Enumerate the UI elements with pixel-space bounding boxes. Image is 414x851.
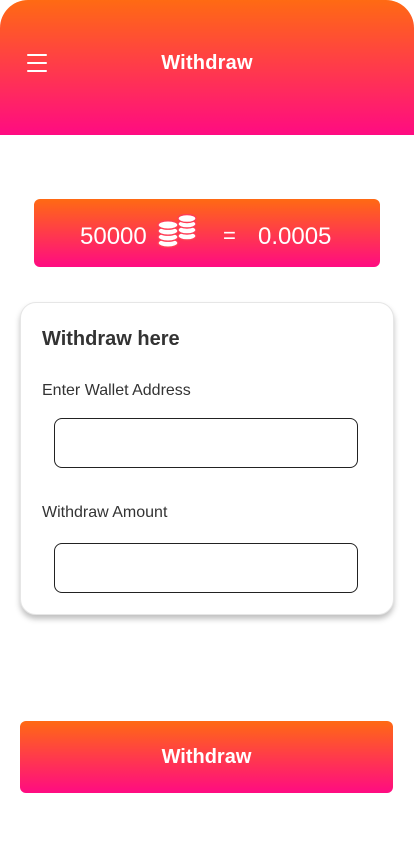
withdraw-button[interactable]: Withdraw bbox=[20, 721, 393, 793]
conversion-rate-banner: 50000 = 0.0005 bbox=[34, 199, 380, 267]
withdraw-amount-label: Withdraw Amount bbox=[42, 504, 168, 521]
converted-value: 0.0005 bbox=[258, 223, 332, 250]
equals-sign: = bbox=[223, 223, 236, 248]
coins-stack-icon bbox=[157, 214, 197, 248]
form-title: Withdraw here bbox=[42, 328, 180, 350]
app-header: Withdraw bbox=[0, 0, 414, 135]
coins-amount: 50000 bbox=[80, 223, 147, 250]
withdraw-amount-input[interactable] bbox=[54, 543, 358, 593]
wallet-address-label: Enter Wallet Address bbox=[42, 382, 191, 399]
wallet-address-input[interactable] bbox=[54, 418, 358, 468]
page-title: Withdraw bbox=[161, 52, 253, 74]
withdraw-form-card: Withdraw here Enter Wallet Address Withd… bbox=[20, 302, 394, 615]
